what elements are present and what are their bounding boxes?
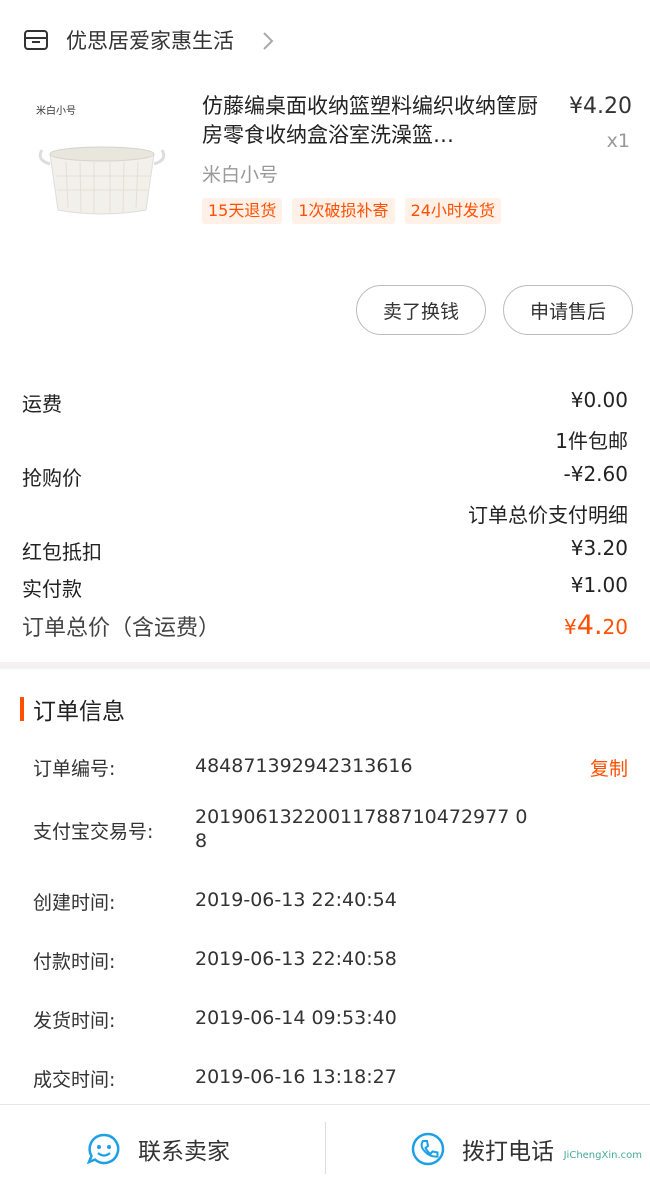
order-total-value: ¥4.20 <box>564 610 628 641</box>
redpack-value: ¥3.20 <box>570 536 628 560</box>
flash-price-value: -¥2.60 <box>563 462 628 486</box>
created-time-value: 2019-06-13 22:40:54 <box>195 889 397 911</box>
shipped-time-label: 发货时间: <box>33 1010 116 1032</box>
deal-time-value: 2019-06-16 13:18:27 <box>195 1066 397 1088</box>
order-info-title: 订单信息 <box>33 699 125 725</box>
chevron-right-icon <box>263 32 274 50</box>
order-number-value: 484871392942313616 <box>195 755 413 777</box>
currency-symbol: ¥ <box>564 615 577 639</box>
after-sale-button[interactable]: 申请售后 <box>503 285 633 335</box>
phone-icon <box>411 1132 445 1166</box>
bottom-divider <box>325 1122 326 1174</box>
service-tags: 15天退货 1次破损补寄 24小时发货 <box>202 198 501 224</box>
paid-time-label: 付款时间: <box>33 951 116 973</box>
product-sku: 米白小号 <box>202 164 279 186</box>
copy-button[interactable]: 复制 <box>590 754 628 781</box>
tag-shipping: 24小时发货 <box>404 198 501 224</box>
product-thumbnail[interactable]: 米白小号 <box>22 92 182 240</box>
product-quantity: x1 <box>606 130 630 152</box>
paid-label: 实付款 <box>22 577 82 601</box>
created-time-label: 创建时间: <box>33 892 116 914</box>
shipped-time-value: 2019-06-14 09:53:40 <box>195 1007 397 1029</box>
total-integer: 4. <box>576 610 603 641</box>
alipay-trade-label: 支付宝交易号: <box>33 821 154 843</box>
flash-price-label: 抢购价 <box>22 466 82 490</box>
payment-detail-link[interactable]: 订单总价支付明细 <box>468 499 628 528</box>
watermark: JiChengXin.com <box>563 1150 642 1161</box>
shipping-value: ¥0.00 <box>570 388 628 412</box>
total-decimal: 20 <box>602 615 628 639</box>
product-price: ¥4.20 <box>569 94 632 119</box>
tag-return: 15天退货 <box>202 198 283 224</box>
shop-name[interactable]: 优思居爱家惠生活 <box>66 26 234 56</box>
product-title[interactable]: 仿藤编桌面收纳篮塑料编织收纳筐厨房零食收纳盒浴室洗澡篮… <box>202 92 542 150</box>
basket-image <box>38 146 166 215</box>
store-icon <box>24 30 48 50</box>
section-accent-bar <box>20 697 24 721</box>
paid-time-value: 2019-06-13 22:40:58 <box>195 948 397 970</box>
tag-damage: 1次破损补寄 <box>292 198 395 224</box>
shipping-note: 1件包邮 <box>555 429 628 453</box>
order-number-label: 订单编号: <box>33 758 116 780</box>
order-total-label: 订单总价（含运费） <box>22 616 221 641</box>
section-divider <box>0 662 650 669</box>
chat-smile-icon <box>86 1133 120 1165</box>
redpack-label: 红包抵扣 <box>22 540 102 564</box>
call-button[interactable]: 拨打电话 <box>410 1124 554 1174</box>
sell-button[interactable]: 卖了换钱 <box>356 285 486 335</box>
contact-seller-label: 联系卖家 <box>138 1139 230 1165</box>
alipay-trade-value: 20190613220011788710472977 08 <box>195 806 528 852</box>
call-label: 拨打电话 <box>462 1139 554 1165</box>
contact-seller-button[interactable]: 联系卖家 <box>86 1124 230 1174</box>
shipping-label: 运费 <box>22 392 62 416</box>
paid-value: ¥1.00 <box>570 573 628 597</box>
deal-time-label: 成交时间: <box>33 1069 116 1091</box>
